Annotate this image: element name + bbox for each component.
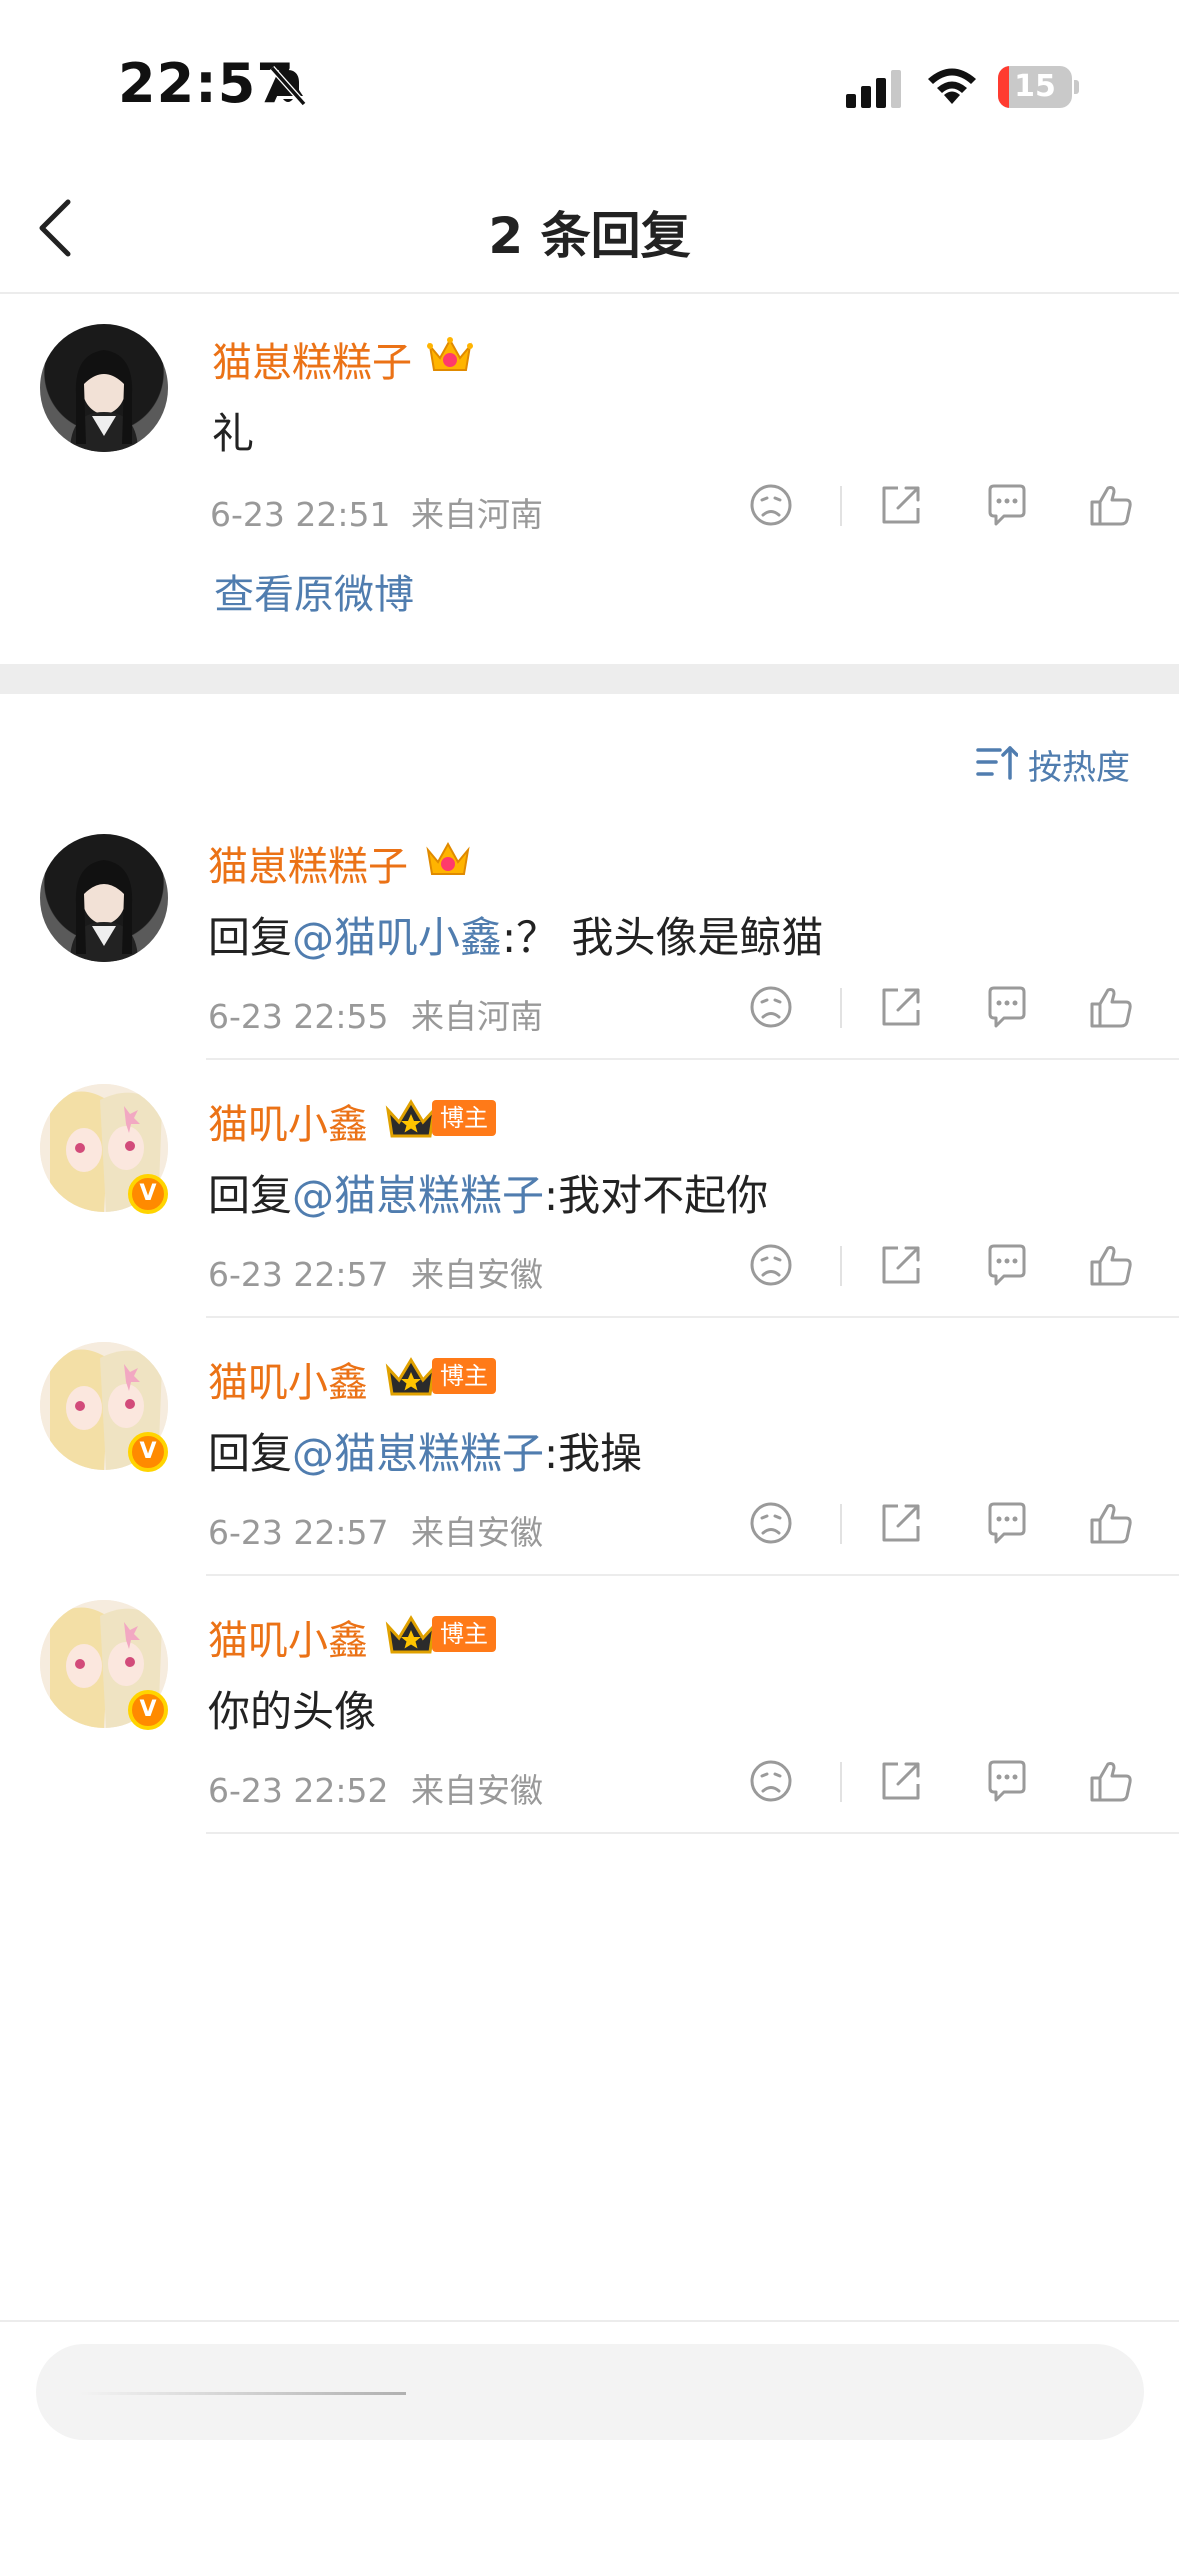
signal-icon: [846, 70, 901, 108]
like-icon[interactable]: [1086, 1498, 1136, 1548]
reply-body: 你的头像: [208, 1687, 377, 1736]
comment-time: 6-23 22:52: [208, 1771, 389, 1810]
battery-level: 15: [1014, 69, 1056, 104]
comment-meta: 6-23 22:57 来自安徽: [208, 1248, 543, 1296]
reply-prefix: 回复: [208, 913, 293, 962]
page-title: 2 条回复: [488, 207, 691, 265]
verified-v-label: V: [139, 1439, 157, 1464]
share-icon[interactable]: [876, 982, 926, 1032]
verified-v-label: V: [139, 1697, 157, 1722]
comment-location: 来自河南: [411, 997, 543, 1036]
crown-icon: [426, 841, 470, 875]
verified-v-icon: V: [128, 1174, 168, 1214]
dislike-icon[interactable]: [746, 1756, 796, 1806]
section-divider: [0, 664, 1179, 694]
crown-icon: [427, 337, 473, 371]
comment-actions: [746, 1498, 1179, 1554]
avatar[interactable]: [40, 324, 168, 452]
comment-text: 回复@猫崽糕糕子:我操: [208, 1420, 642, 1481]
author-badge: 博主: [432, 1100, 496, 1136]
reply-prefix: 回复: [208, 1171, 293, 1220]
action-separator: [840, 988, 842, 1028]
comment-actions: [746, 982, 1179, 1038]
share-icon[interactable]: [876, 1240, 926, 1290]
reply-prefix: 回复: [208, 1429, 293, 1478]
comment-location: 来自安徽: [411, 1771, 543, 1810]
username[interactable]: 猫叽小鑫: [208, 1350, 368, 1408]
comment-icon[interactable]: [982, 1498, 1032, 1548]
dislike-icon[interactable]: [746, 1498, 796, 1548]
comment-location: 来自安徽: [411, 1513, 543, 1552]
mention-link[interactable]: @猫崽糕糕子: [292, 1429, 544, 1478]
battery-icon: 15: [998, 66, 1079, 108]
comment-location: 来自河南: [411, 495, 543, 534]
comment-icon[interactable]: [982, 982, 1032, 1032]
share-icon[interactable]: [876, 1498, 926, 1548]
comment-actions: [746, 1240, 1179, 1296]
username[interactable]: 猫叽小鑫: [208, 1608, 368, 1666]
like-icon[interactable]: [1086, 982, 1136, 1032]
comment-meta: 6-23 22:55 来自河南: [208, 990, 543, 1038]
status-bar: 22:57 15: [0, 0, 1179, 160]
bottom-divider: [0, 2320, 1179, 2322]
comment-meta: 6-23 22:57 来自安徽: [208, 1506, 543, 1554]
avatar[interactable]: [40, 834, 168, 962]
crown-icon: [385, 1615, 437, 1654]
dislike-icon[interactable]: [746, 1240, 796, 1290]
dislike-icon[interactable]: [746, 480, 796, 530]
comment-location: 来自安徽: [411, 1255, 543, 1294]
share-icon[interactable]: [876, 1756, 926, 1806]
comment-icon[interactable]: [982, 1240, 1032, 1290]
comment-meta: 6-23 22:51 来自河南: [210, 488, 543, 536]
comment-text: 回复@猫叽小鑫:？ 我头像是鲸猫: [208, 904, 824, 965]
mention-link[interactable]: @猫崽糕糕子: [292, 1171, 544, 1220]
comment-time: 6-23 22:57: [208, 1513, 389, 1552]
crown-icon: [385, 1357, 437, 1396]
comment-actions: [746, 480, 1179, 536]
dislike-icon[interactable]: [746, 982, 796, 1032]
comment-time: 6-23 22:55: [208, 997, 389, 1036]
comment-time: 6-23 22:57: [208, 1255, 389, 1294]
action-separator: [840, 1762, 842, 1802]
sort-label: 按热度: [1028, 748, 1130, 788]
comment-text: 你的头像: [208, 1678, 376, 1739]
comment-time: 6-23 22:51: [210, 495, 391, 534]
reply-body: :我对不起你: [544, 1171, 769, 1220]
like-icon[interactable]: [1086, 1756, 1136, 1806]
username[interactable]: 猫崽糕糕子: [208, 834, 408, 892]
wifi-icon: [928, 68, 976, 104]
row-divider: [206, 1058, 1179, 1060]
input-placeholder-streak: [80, 2392, 406, 2395]
mention-link[interactable]: @猫叽小鑫: [292, 913, 502, 962]
reply-body: :我操: [544, 1429, 643, 1478]
nav-bar: 2 条回复: [0, 160, 1179, 294]
sort-icon: [976, 746, 1018, 780]
like-icon[interactable]: [1086, 480, 1136, 530]
author-badge: 博主: [432, 1358, 496, 1394]
comment-text: 礼: [212, 409, 255, 458]
verified-v-icon: V: [128, 1432, 168, 1472]
action-separator: [840, 1246, 842, 1286]
verified-v-icon: V: [128, 1690, 168, 1730]
comment-icon[interactable]: [982, 480, 1032, 530]
verified-v-label: V: [139, 1181, 157, 1206]
mute-bell-icon: [269, 66, 307, 106]
comment-actions: [746, 1756, 1179, 1812]
comment-text: 回复@猫崽糕糕子:我对不起你: [208, 1162, 768, 1223]
row-divider: [206, 1316, 1179, 1318]
crown-icon: [385, 1099, 437, 1138]
comment-icon[interactable]: [982, 1756, 1032, 1806]
reply-body: :？ 我头像是鲸猫: [502, 913, 824, 962]
row-divider: [206, 1832, 1179, 1834]
share-icon[interactable]: [876, 480, 926, 530]
username[interactable]: 猫叽小鑫: [208, 1092, 368, 1150]
comment-meta: 6-23 22:52 来自安徽: [208, 1764, 543, 1812]
action-separator: [840, 486, 842, 526]
like-icon[interactable]: [1086, 1240, 1136, 1290]
action-separator: [840, 1504, 842, 1544]
author-badge: 博主: [432, 1616, 496, 1652]
row-divider: [206, 1574, 1179, 1576]
username[interactable]: 猫崽糕糕子: [212, 330, 412, 388]
view-original-link[interactable]: 查看原微博: [214, 562, 414, 620]
